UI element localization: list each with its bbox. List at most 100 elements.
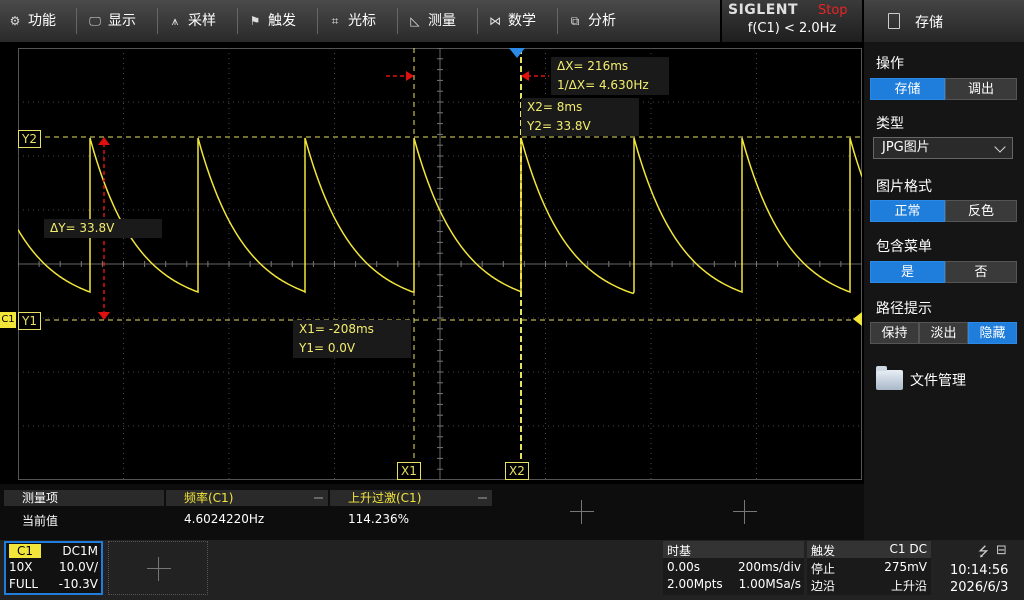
x1-value: X1= -208ms bbox=[299, 322, 374, 336]
path-hint-label: 路径提示 bbox=[876, 301, 932, 317]
channel1-probe: 10X bbox=[9, 560, 33, 574]
usb-icon: ⭍ bbox=[978, 545, 989, 560]
x1-readout: X1= -208ms Y1= 0.0V bbox=[293, 320, 411, 358]
format-normal[interactable]: 正常 bbox=[870, 200, 945, 222]
channel1-box[interactable]: C1 DC1M 10X 10.0V/ FULL -10.3V bbox=[4, 541, 103, 595]
y2-cursor-tag[interactable]: Y2 bbox=[18, 130, 41, 148]
operation-save[interactable]: 存储 bbox=[870, 78, 945, 100]
crosshair-icon: ⌗ bbox=[331, 14, 339, 28]
top-menu-bar: ⚙ 功能 🖵 显示 ⩚ 采样 ⚑ 触发 ⌗ 光标 ◺ 测量 ⋈ 数学 ⧉ 分析 bbox=[0, 0, 720, 42]
timebase-box[interactable]: 时基 0.00s 200ms/div 2.00Mpts 1.00MSa/s bbox=[663, 541, 804, 595]
menu-analysis-label: 分析 bbox=[588, 13, 616, 29]
operation-recall[interactable]: 调出 bbox=[945, 78, 1017, 100]
trigger-box[interactable]: 触发 C1 DC 停止 275mV 边沿 上升沿 bbox=[807, 541, 931, 595]
chevron-down-icon bbox=[994, 141, 1006, 153]
channel1-ground-marker[interactable]: C1 bbox=[0, 312, 16, 328]
menu-math-label: 数学 bbox=[508, 13, 536, 29]
measurement-bar: 测量项 频率(C1) 上升过激(C1) 当前值 4.6024220Hz 114.… bbox=[0, 484, 864, 540]
menu-display[interactable]: 🖵 显示 bbox=[88, 0, 136, 42]
file-manager-button[interactable]: 文件管理 bbox=[876, 366, 1016, 394]
type-select[interactable]: JPG图片 bbox=[873, 137, 1013, 159]
x2-readout: X2= 8ms Y2= 33.8V bbox=[521, 98, 639, 136]
menu-acquire[interactable]: ⩚ 采样 bbox=[168, 0, 216, 42]
y2-value: Y2= 33.8V bbox=[527, 119, 591, 133]
x1-cursor-tag[interactable]: X1 bbox=[397, 462, 421, 480]
format-invert[interactable]: 反色 bbox=[945, 200, 1017, 222]
file-manager-label: 文件管理 bbox=[910, 373, 966, 389]
measure-col-frequency[interactable]: 频率(C1) bbox=[166, 490, 328, 506]
flag-icon: ⚑ bbox=[249, 14, 261, 28]
path-hint-fade[interactable]: 淡出 bbox=[919, 322, 968, 344]
measure-header-label: 测量项 bbox=[4, 490, 164, 506]
menu-cursor[interactable]: ⌗ 光标 bbox=[328, 0, 376, 42]
menu-function-label: 功能 bbox=[28, 13, 56, 29]
format-label: 图片格式 bbox=[876, 179, 932, 195]
channel1-bandwidth: FULL bbox=[9, 577, 39, 591]
trigger-source: C1 DC bbox=[889, 542, 927, 556]
measure-col-overshoot[interactable]: 上升过激(C1) bbox=[330, 490, 492, 506]
trigger-state: 停止 bbox=[811, 562, 836, 576]
status-box: SIGLENT Stop f(C1) < 2.0Hz bbox=[722, 0, 862, 42]
path-hint-keep[interactable]: 保持 bbox=[870, 322, 919, 344]
menu-display-label: 显示 bbox=[108, 13, 136, 29]
channel1-label: C1 bbox=[9, 544, 41, 558]
menu-math[interactable]: ⋈ 数学 bbox=[488, 0, 536, 42]
waveform-display[interactable] bbox=[18, 48, 862, 480]
delta-y-value: ΔY= 33.8V bbox=[50, 221, 115, 235]
operation-label: 操作 bbox=[876, 56, 904, 72]
minimize-icon bbox=[478, 497, 487, 499]
panel-title: 存储 bbox=[915, 15, 943, 31]
arrow-left-icon bbox=[521, 71, 529, 81]
folder-icon bbox=[876, 366, 903, 390]
gear-icon: ⚙ bbox=[9, 14, 21, 28]
acquire-icon: ⩚ bbox=[171, 14, 179, 28]
add-channel-slot[interactable] bbox=[108, 541, 208, 595]
x2-cursor-tag[interactable]: X2 bbox=[505, 462, 529, 480]
ruler-icon: ◺ bbox=[410, 14, 420, 28]
menu-analysis[interactable]: ⧉ 分析 bbox=[568, 0, 616, 42]
panel-header: 存储 bbox=[864, 0, 1024, 42]
menu-trigger-label: 触发 bbox=[268, 13, 296, 29]
include-menu-yes[interactable]: 是 bbox=[870, 261, 945, 283]
trigger-level: 275mV bbox=[884, 560, 927, 574]
arrow-up-icon bbox=[98, 137, 110, 145]
arrow-down-icon bbox=[98, 312, 110, 320]
include-menu-label: 包含菜单 bbox=[876, 239, 932, 255]
trigger-type: 边沿 bbox=[811, 579, 836, 593]
math-icon: ⋈ bbox=[489, 14, 501, 28]
menu-cursor-label: 光标 bbox=[348, 13, 376, 29]
menu-acquire-label: 采样 bbox=[188, 13, 216, 29]
timebase-scale: 200ms/div bbox=[738, 560, 801, 574]
clock-date: 2026/6/3 bbox=[950, 580, 1009, 595]
run-state[interactable]: Stop bbox=[818, 3, 848, 18]
network-icon: ⊟ bbox=[996, 543, 1007, 558]
add-measurement-icon[interactable] bbox=[733, 500, 757, 524]
y1-value: Y1= 0.0V bbox=[299, 341, 356, 355]
trigger-label: 触发 bbox=[811, 544, 836, 558]
channel1-coupling: DC1M bbox=[62, 544, 98, 558]
memory-depth: 2.00Mpts bbox=[667, 577, 723, 591]
channel1-offset: -10.3V bbox=[58, 577, 98, 591]
menu-function[interactable]: ⚙ 功能 bbox=[8, 0, 56, 42]
include-menu-no[interactable]: 否 bbox=[945, 261, 1017, 283]
menu-measure[interactable]: ◺ 测量 bbox=[408, 0, 456, 42]
y1-cursor-tag[interactable]: Y1 bbox=[18, 312, 41, 330]
delta-x-readout: ΔX= 216ms 1/ΔX= 4.630Hz bbox=[551, 57, 669, 95]
trigger-slope: 上升沿 bbox=[890, 579, 927, 593]
x2-value: X2= 8ms bbox=[527, 100, 583, 114]
menu-trigger[interactable]: ⚑ 触发 bbox=[248, 0, 296, 42]
minimize-icon bbox=[314, 497, 323, 499]
type-label: 类型 bbox=[876, 116, 904, 132]
delta-y-readout: ΔY= 33.8V bbox=[44, 219, 162, 238]
sample-rate: 1.00MSa/s bbox=[738, 577, 801, 591]
analysis-icon: ⧉ bbox=[570, 14, 580, 28]
path-hint-hide[interactable]: 隐藏 bbox=[968, 322, 1017, 344]
brand-logo: SIGLENT bbox=[728, 2, 799, 18]
trigger-position-marker[interactable] bbox=[509, 48, 525, 58]
measure-overshoot-value: 114.236% bbox=[348, 512, 410, 526]
menu-measure-label: 测量 bbox=[428, 13, 456, 29]
monitor-icon: 🖵 bbox=[89, 14, 101, 28]
save-icon bbox=[888, 13, 900, 29]
add-measurement-icon[interactable] bbox=[570, 500, 594, 524]
trigger-level-marker[interactable] bbox=[853, 312, 862, 326]
